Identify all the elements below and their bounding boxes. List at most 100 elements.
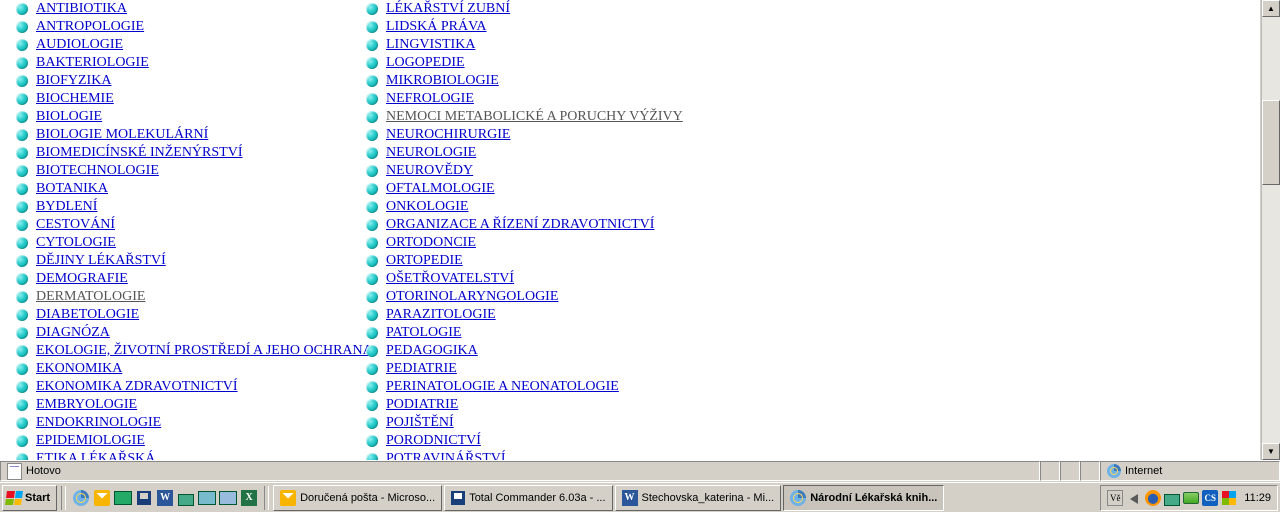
category-link[interactable]: ANTROPOLOGIE [36, 18, 144, 36]
category-item: EMBRYOLOGIE [16, 396, 366, 414]
category-link[interactable]: POJIŠTĚNÍ [386, 414, 454, 432]
category-link[interactable]: BIOLOGIE [36, 108, 102, 126]
taskbar-item-totalcmd[interactable]: Total Commander 6.03a - ... [444, 485, 612, 511]
tray-power-icon[interactable] [1183, 490, 1199, 506]
category-link[interactable]: PEDAGOGIKA [386, 342, 478, 360]
taskbar-item-word[interactable]: W Stechovska_katerina - Mi... [615, 485, 782, 511]
category-link[interactable]: NEUROCHIRURGIE [386, 126, 510, 144]
category-link[interactable]: ANTIBIOTIKA [36, 0, 127, 18]
category-link[interactable]: NEUROVĚDY [386, 162, 473, 180]
start-button[interactable]: Start [2, 485, 57, 511]
tray-flag-icon[interactable] [1221, 490, 1237, 506]
status-text: Hotovo [26, 465, 61, 477]
category-link[interactable]: EMBRYOLOGIE [36, 396, 137, 414]
category-link[interactable]: MIKROBIOLOGIE [386, 72, 499, 90]
category-link[interactable]: ONKOLOGIE [386, 198, 468, 216]
category-link[interactable]: BIOCHEMIE [36, 90, 114, 108]
category-link[interactable]: LÉKAŘSTVÍ ZUBNÍ [386, 0, 510, 18]
category-link[interactable]: ORTOPEDIE [386, 252, 463, 270]
ie-icon [790, 490, 806, 506]
category-link[interactable]: PARAZITOLOGIE [386, 306, 496, 324]
ql-outlook-icon[interactable] [93, 489, 111, 507]
category-link[interactable]: OFTALMOLOGIE [386, 180, 495, 198]
ql-app1-icon[interactable] [177, 489, 195, 507]
status-text-pane: Hotovo [0, 461, 1040, 481]
scroll-thumb[interactable] [1262, 100, 1280, 185]
category-link[interactable]: BIOTECHNOLOGIE [36, 162, 159, 180]
category-link[interactable]: ETIKA LÉKAŘSKÁ [36, 450, 155, 460]
category-link[interactable]: NEFROLOGIE [386, 90, 474, 108]
category-link[interactable]: LIDSKÁ PRÁVA [386, 18, 486, 36]
category-link[interactable]: OŠETŘOVATELSTVÍ [386, 270, 514, 288]
category-link[interactable]: NEMOCI METABOLICKÉ A PORUCHY VÝŽIVY [386, 108, 683, 126]
category-link[interactable]: ENDOKRINOLOGIE [36, 414, 161, 432]
category-item: POJIŠTĚNÍ [366, 414, 766, 432]
scroll-up-button[interactable]: ▲ [1262, 0, 1280, 17]
category-link[interactable]: PODIATRIE [386, 396, 458, 414]
tray-keyboard-icon[interactable]: Vě [1107, 490, 1123, 506]
category-link[interactable]: DERMATOLOGIE [36, 288, 145, 306]
category-link[interactable]: BOTANIKA [36, 180, 108, 198]
taskbar-clock[interactable]: 11:29 [1240, 492, 1271, 504]
category-link[interactable]: PORODNICTVÍ [386, 432, 481, 450]
category-link[interactable]: BIOFYZIKA [36, 72, 111, 90]
category-link[interactable]: BYDLENÍ [36, 198, 97, 216]
category-item: ANTROPOLOGIE [16, 18, 366, 36]
category-link[interactable]: EKOLOGIE, ŽIVOTNÍ PROSTŘEDÍ A JEHO OCHRA… [36, 342, 373, 360]
ql-ie-icon[interactable] [72, 489, 90, 507]
bullet-icon [16, 255, 28, 267]
tray-firefox-icon[interactable] [1145, 490, 1161, 506]
category-link[interactable]: BAKTERIOLOGIE [36, 54, 149, 72]
ql-excel-icon[interactable]: X [240, 489, 258, 507]
bullet-icon [16, 291, 28, 303]
bullet-icon [366, 3, 378, 15]
category-link[interactable]: CYTOLOGIE [36, 234, 116, 252]
ql-app3-icon[interactable] [219, 489, 237, 507]
bullet-icon [366, 201, 378, 213]
category-link[interactable]: DIAGNÓZA [36, 324, 110, 342]
category-item: BIOLOGIE [16, 108, 366, 126]
word-icon: W [622, 490, 638, 506]
category-item: EKONOMIKA ZDRAVOTNICTVÍ [16, 378, 366, 396]
bullet-icon [366, 39, 378, 51]
category-item: BIOLOGIE MOLEKULÁRNÍ [16, 126, 366, 144]
bullet-icon [16, 75, 28, 87]
category-link[interactable]: AUDIOLOGIE [36, 36, 123, 54]
tray-lang-icon[interactable]: CS [1202, 490, 1218, 506]
bullet-icon [366, 129, 378, 141]
category-item: PEDIATRIE [366, 360, 766, 378]
category-link[interactable]: OTORINOLARYNGOLOGIE [386, 288, 558, 306]
category-item: DIABETOLOGIE [16, 306, 366, 324]
category-link[interactable]: ORGANIZACE A ŘÍZENÍ ZDRAVOTNICTVÍ [386, 216, 654, 234]
category-link[interactable]: DIABETOLOGIE [36, 306, 139, 324]
scroll-down-button[interactable]: ▼ [1262, 443, 1280, 460]
category-link[interactable]: NEUROLOGIE [386, 144, 476, 162]
category-link[interactable]: ORTODONCIE [386, 234, 476, 252]
category-item: CESTOVÁNÍ [16, 216, 366, 234]
category-link[interactable]: EKONOMIKA ZDRAVOTNICTVÍ [36, 378, 238, 396]
ql-app2-icon[interactable] [198, 489, 216, 507]
category-link[interactable]: EKONOMIKA [36, 360, 122, 378]
category-link[interactable]: DEMOGRAFIE [36, 270, 128, 288]
category-link[interactable]: POTRAVINÁŘSTVÍ [386, 450, 506, 460]
category-link[interactable]: PEDIATRIE [386, 360, 457, 378]
taskbar-item-outlook[interactable]: Doručená pošta - Microso... [273, 485, 442, 511]
category-link[interactable]: EPIDEMIOLOGIE [36, 432, 145, 450]
ql-save-icon[interactable] [135, 489, 153, 507]
category-link[interactable]: LOGOPEDIE [386, 54, 465, 72]
category-link[interactable]: DĚJINY LÉKAŘSTVÍ [36, 252, 166, 270]
tray-network-icon[interactable] [1164, 490, 1180, 506]
ql-desktop-icon[interactable] [114, 489, 132, 507]
quick-launch: W X [70, 486, 260, 510]
ql-word-icon[interactable]: W [156, 489, 174, 507]
vertical-scrollbar[interactable]: ▲ ▼ [1261, 0, 1280, 460]
bullet-icon [366, 417, 378, 429]
category-link[interactable]: PERINATOLOGIE A NEONATOLOGIE [386, 378, 619, 396]
category-link[interactable]: CESTOVÁNÍ [36, 216, 115, 234]
category-link[interactable]: PATOLOGIE [386, 324, 461, 342]
taskbar-item-ie-active[interactable]: Národní Lékařská knih... [783, 485, 944, 511]
tray-volume-icon[interactable] [1126, 490, 1142, 506]
category-link[interactable]: BIOLOGIE MOLEKULÁRNÍ [36, 126, 208, 144]
category-link[interactable]: BIOMEDICÍNSKÉ INŽENÝRSTVÍ [36, 144, 243, 162]
category-link[interactable]: LINGVISTIKA [386, 36, 475, 54]
